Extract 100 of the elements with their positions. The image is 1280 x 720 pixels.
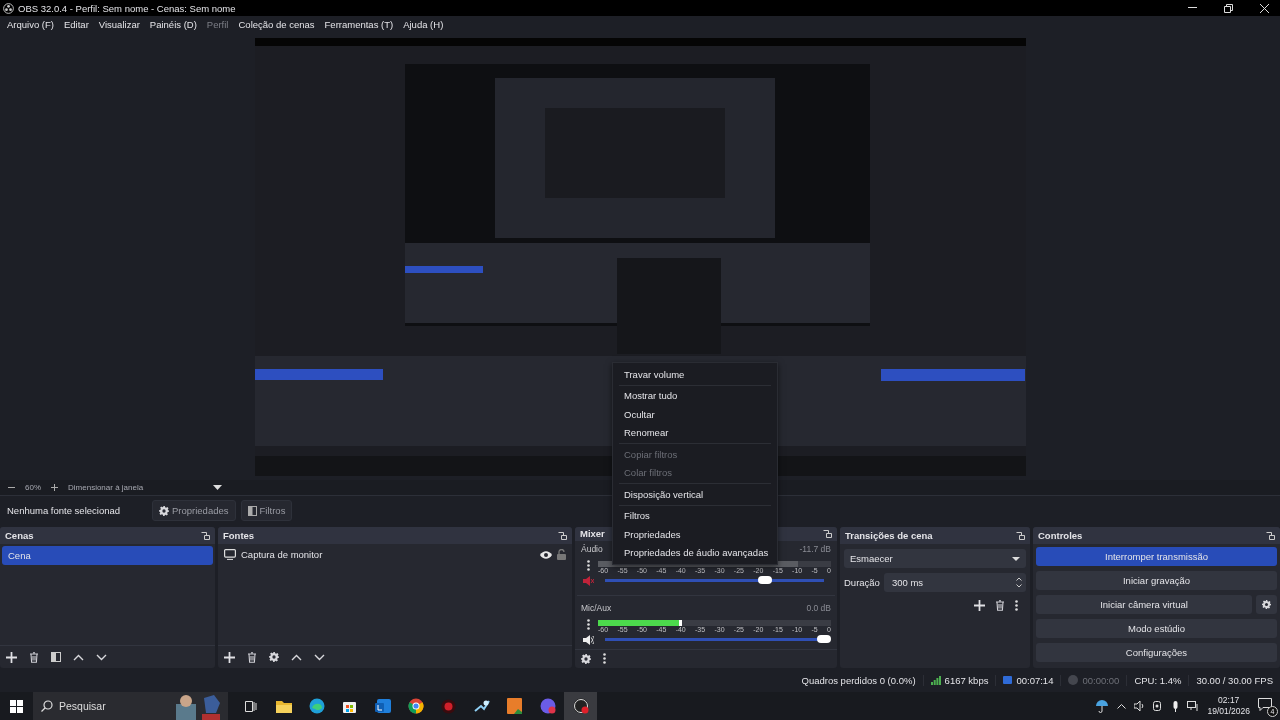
fit-option[interactable]: Dimensionar à janela bbox=[68, 483, 144, 492]
round-app-icon[interactable] bbox=[441, 698, 456, 714]
trash-icon[interactable] bbox=[247, 651, 257, 663]
app-tile-icon[interactable] bbox=[507, 698, 522, 714]
dock-title: Transições de cena bbox=[845, 530, 933, 541]
gear-icon bbox=[159, 505, 169, 516]
undock-icon[interactable] bbox=[201, 531, 210, 540]
clock-date[interactable]: 19/01/2026 bbox=[1207, 706, 1250, 717]
undock-icon[interactable] bbox=[823, 529, 832, 538]
up-icon[interactable] bbox=[73, 653, 84, 661]
dropped-frames: Quadros perdidos 0 (0.0%) bbox=[794, 674, 923, 686]
control-button[interactable]: Iniciar gravação bbox=[1036, 571, 1277, 590]
toolbar-button[interactable]: Propriedades bbox=[152, 500, 236, 521]
down-icon[interactable] bbox=[314, 653, 325, 661]
more-icon[interactable] bbox=[1015, 600, 1018, 611]
trash-icon[interactable] bbox=[995, 600, 1005, 611]
obs-logo-icon bbox=[3, 2, 14, 14]
dock-title: Controles bbox=[1038, 530, 1083, 541]
add-icon[interactable] bbox=[224, 651, 235, 663]
mail-icon[interactable] bbox=[374, 699, 391, 713]
menu-item[interactable]: Mostrar tudo bbox=[613, 386, 777, 405]
bitrate: 6167 kbps bbox=[944, 674, 989, 686]
unlocked-icon[interactable] bbox=[557, 549, 566, 560]
control-button[interactable]: Configurações bbox=[1036, 643, 1277, 662]
notification-icon[interactable] bbox=[1258, 698, 1272, 711]
transition-dropdown[interactable]: Esmaecer bbox=[844, 549, 1026, 568]
speaker-icon[interactable] bbox=[582, 634, 594, 645]
chat-app-icon[interactable] bbox=[539, 698, 556, 714]
dock-title: Cenas bbox=[5, 530, 34, 541]
caret-icon[interactable] bbox=[213, 485, 223, 490]
zoom-level: 60% bbox=[25, 483, 41, 492]
add-icon[interactable] bbox=[6, 651, 17, 663]
chevron-up-icon[interactable] bbox=[1117, 703, 1127, 709]
frame-rate: 30.00 / 30.00 FPS bbox=[1188, 674, 1280, 686]
menu-item[interactable]: Ajuda (H) bbox=[398, 19, 449, 30]
menu-item[interactable]: Travar volume bbox=[613, 365, 777, 384]
speaker-icon[interactable] bbox=[1134, 701, 1146, 711]
menu-item[interactable]: Ferramentas (T) bbox=[319, 19, 399, 30]
control-button[interactable]: Modo estúdio bbox=[1036, 619, 1277, 638]
channel-name: Áudio bbox=[581, 543, 603, 556]
microphone-icon[interactable] bbox=[1172, 700, 1180, 712]
task-view-icon[interactable] bbox=[244, 700, 257, 712]
eye-icon[interactable] bbox=[540, 550, 552, 559]
signal-icon bbox=[930, 675, 941, 685]
filter-icon[interactable] bbox=[51, 652, 61, 662]
channel-name: Mic/Aux bbox=[581, 602, 612, 615]
dock-title: Mixer bbox=[580, 528, 605, 540]
source-item[interactable]: Captura de monitor bbox=[241, 549, 535, 560]
duration-field[interactable]: 300 ms bbox=[883, 573, 1026, 592]
spin-arrows-icon bbox=[1016, 577, 1022, 588]
undock-icon[interactable] bbox=[558, 531, 567, 540]
menu-item[interactable]: Propriedades de áudio avançadas bbox=[613, 543, 777, 562]
menu-item[interactable]: Ocultar bbox=[613, 405, 777, 424]
swirl-icon[interactable] bbox=[308, 698, 325, 714]
menu-item[interactable]: Propriedades bbox=[613, 525, 777, 544]
toolbar-button[interactable]: Filtros bbox=[240, 500, 293, 521]
cpu-usage: CPU: 1.4% bbox=[1126, 674, 1189, 686]
menu-item[interactable]: Painéis (D) bbox=[144, 19, 202, 30]
zoom-in-icon[interactable] bbox=[51, 484, 58, 491]
menu-item[interactable]: Filtros bbox=[613, 506, 777, 525]
close-icon[interactable] bbox=[1259, 3, 1269, 13]
control-button[interactable]: Interromper transmissão bbox=[1036, 547, 1277, 566]
menu-item[interactable]: Coleção de cenas bbox=[233, 19, 320, 30]
minimize-icon[interactable] bbox=[1187, 7, 1197, 9]
monitor-icon bbox=[224, 549, 236, 560]
windows-icon[interactable] bbox=[10, 699, 23, 713]
stream-time: 00:07:14 bbox=[1016, 674, 1054, 686]
menu-item[interactable]: Disposição vertical bbox=[613, 485, 777, 504]
trash-icon[interactable] bbox=[29, 651, 39, 663]
settings-button[interactable] bbox=[1256, 595, 1277, 614]
steam-icon[interactable] bbox=[473, 699, 490, 713]
folder-icon[interactable] bbox=[275, 699, 292, 713]
clock-time[interactable]: 02:17 bbox=[1218, 695, 1240, 706]
record-time: 00:00:00 bbox=[1082, 674, 1120, 686]
ring-logo-icon[interactable] bbox=[407, 698, 424, 714]
gear-icon[interactable] bbox=[269, 652, 279, 662]
obs-app-icon[interactable] bbox=[572, 698, 589, 714]
down-icon[interactable] bbox=[96, 653, 107, 661]
more-icon[interactable] bbox=[586, 560, 590, 572]
undock-icon[interactable] bbox=[1016, 531, 1025, 540]
menu-item[interactable]: Renomear bbox=[613, 423, 777, 442]
scene-item[interactable]: Cena bbox=[2, 546, 213, 565]
dock-title: Fontes bbox=[223, 530, 255, 541]
up-icon[interactable] bbox=[291, 653, 302, 661]
network-icon[interactable] bbox=[1187, 701, 1200, 711]
menu-item[interactable]: Visualizar bbox=[93, 19, 145, 30]
advanced-audio-icon[interactable] bbox=[581, 653, 591, 664]
more-icon[interactable] bbox=[603, 653, 606, 665]
menu-item[interactable]: Arquivo (F) bbox=[2, 19, 59, 30]
more-icon[interactable] bbox=[586, 619, 590, 631]
volume-reading: -11.7 dB bbox=[799, 543, 831, 556]
umbrella-icon[interactable] bbox=[1095, 699, 1110, 713]
menu-item[interactable]: Editar bbox=[59, 19, 94, 30]
restore-icon[interactable] bbox=[1223, 3, 1233, 13]
control-button[interactable]: Iniciar câmera virtual bbox=[1036, 595, 1252, 614]
add-icon[interactable] bbox=[974, 600, 985, 611]
gear-icon bbox=[1262, 599, 1271, 610]
undock-icon[interactable] bbox=[1266, 531, 1275, 540]
search-field[interactable]: Pesquisar bbox=[33, 692, 228, 720]
caret-icon bbox=[1012, 556, 1020, 561]
